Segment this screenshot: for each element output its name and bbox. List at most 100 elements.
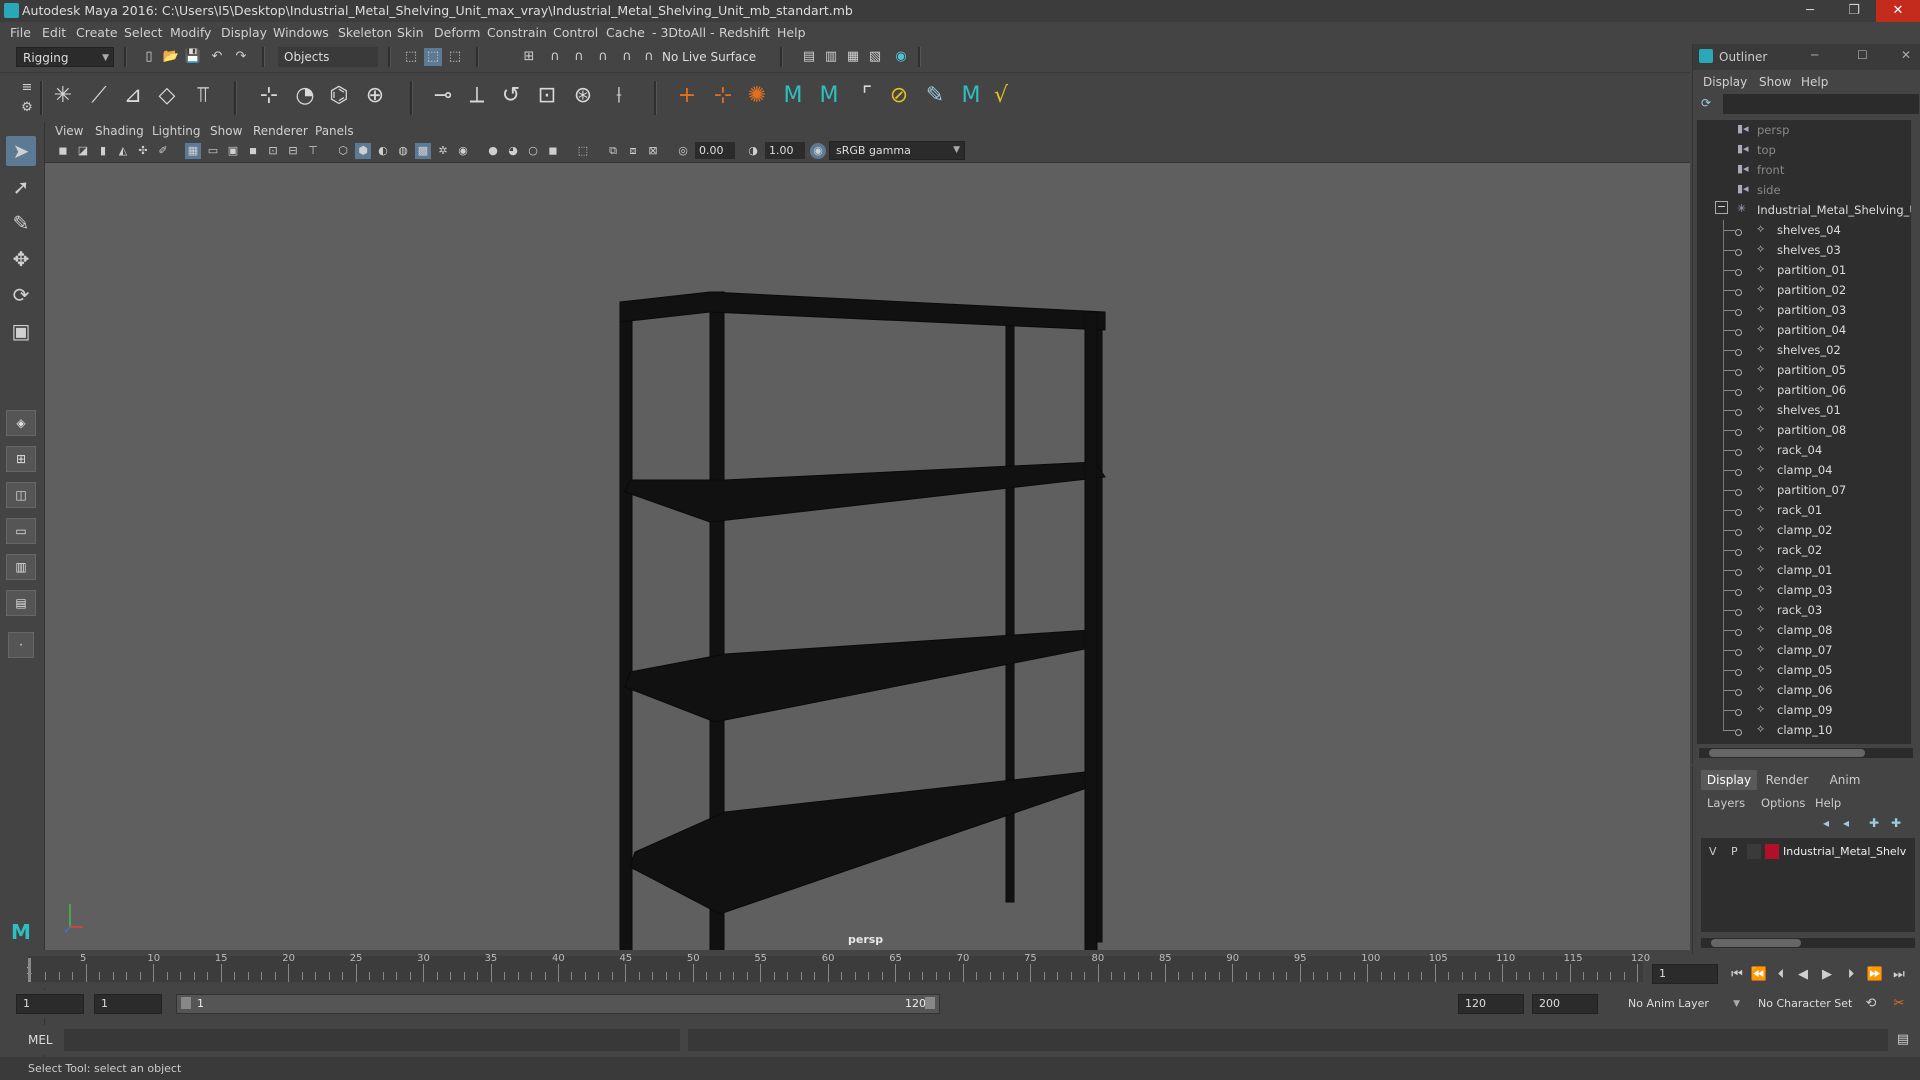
- snap-surface-icon[interactable]: ∩: [618, 48, 636, 66]
- help-menu[interactable]: Help: [1815, 796, 1841, 810]
- lights-icon[interactable]: ✲: [435, 143, 451, 159]
- maya-m2-icon[interactable]: M: [814, 81, 844, 111]
- orient-joint-icon[interactable]: ⫪: [188, 81, 218, 111]
- outliner-mesh-item[interactable]: ⟡ partition_08: [1697, 420, 1911, 440]
- scrollbar-thumb[interactable]: [1711, 939, 1801, 947]
- gamma-icon[interactable]: ◑: [745, 143, 761, 159]
- resolution-gate-icon[interactable]: ▣: [225, 143, 241, 159]
- outliner-camera-item[interactable]: ▮◂ side: [1697, 180, 1911, 200]
- outliner-camera-item[interactable]: ▮◂ persp: [1697, 120, 1911, 140]
- vp-menu-lighting[interactable]: Lighting: [152, 124, 201, 138]
- use-default-material-icon[interactable]: ◐: [375, 143, 391, 159]
- shelving-model[interactable]: [45, 162, 1690, 950]
- current-frame-field[interactable]: 1: [1652, 964, 1718, 984]
- outliner-mesh-item[interactable]: ⟡ rack_03: [1697, 600, 1911, 620]
- expand-dot-icon[interactable]: [1735, 409, 1742, 416]
- menu-deform[interactable]: Deform: [434, 25, 480, 40]
- check-icon[interactable]: √: [986, 81, 1016, 111]
- scrollbar-thumb[interactable]: [1709, 749, 1865, 757]
- paint-weights-icon[interactable]: ◔: [290, 81, 320, 111]
- selection-mode-dropdown[interactable]: Objects: [278, 47, 378, 67]
- aim-constraint-icon[interactable]: ⊛: [568, 81, 598, 111]
- orient-constraint-icon[interactable]: ↺: [496, 81, 526, 111]
- select-hierarchy-icon[interactable]: ⬚: [402, 48, 420, 66]
- outliner-mesh-item[interactable]: ⟡ clamp_10: [1697, 720, 1911, 740]
- scale-constraint-icon[interactable]: ⊡: [532, 81, 562, 111]
- expand-dot-icon[interactable]: [1735, 589, 1742, 596]
- outliner-root-item[interactable]: −✳ Industrial_Metal_Shelving_Uni: [1697, 200, 1911, 220]
- time-slider-track[interactable]: [28, 956, 1643, 982]
- safe-title-icon[interactable]: ⊤: [305, 143, 321, 159]
- anti-aliasing-icon[interactable]: ○: [525, 143, 541, 159]
- outliner-mesh-item[interactable]: ⟡ partition_03: [1697, 300, 1911, 320]
- outliner-mesh-item[interactable]: ⟡ clamp_08: [1697, 620, 1911, 640]
- select-tool-icon[interactable]: ➤: [6, 136, 36, 166]
- open-scene-icon[interactable]: 📂: [162, 48, 180, 66]
- wireframe-icon[interactable]: ⬡: [335, 143, 351, 159]
- snap-view-icon[interactable]: ∩: [594, 48, 612, 66]
- outliner-mesh-item[interactable]: ⟡ shelves_03: [1697, 240, 1911, 260]
- ik-handle-icon[interactable]: ⟋: [84, 81, 114, 111]
- grid-toggle-icon[interactable]: ▦: [185, 143, 201, 159]
- outliner-mesh-item[interactable]: ⟡ shelves_02: [1697, 340, 1911, 360]
- persp-outliner-layout-icon[interactable]: ▭: [6, 518, 36, 544]
- minimize-button[interactable]: ─: [1788, 0, 1832, 22]
- hypershade-icon[interactable]: ◉: [892, 48, 910, 66]
- live-surface-field[interactable]: No Live Surface: [656, 47, 758, 67]
- point-constraint-icon[interactable]: ⟂: [462, 81, 492, 111]
- collapse-icon[interactable]: −: [1715, 201, 1728, 214]
- outliner-camera-item[interactable]: ▮◂ front: [1697, 160, 1911, 180]
- two-view-layout-icon[interactable]: ◫: [6, 482, 36, 508]
- motion-blur-icon[interactable]: ◕: [505, 143, 521, 159]
- render-view-icon[interactable]: ▤: [800, 48, 818, 66]
- cluster-icon[interactable]: ⊕: [360, 81, 390, 111]
- outliner-mesh-item[interactable]: ⟡ partition_05: [1697, 360, 1911, 380]
- vp-menu-show[interactable]: Show: [210, 124, 242, 138]
- outliner-menu-show[interactable]: Show: [1759, 75, 1791, 89]
- range-start-handle[interactable]: [181, 997, 191, 1009]
- close-button[interactable]: ✕: [1876, 0, 1920, 22]
- gamma-field[interactable]: 1.00: [765, 142, 805, 159]
- outliner-camera-item[interactable]: ▮◂ top: [1697, 140, 1911, 160]
- expand-dot-icon[interactable]: [1735, 389, 1742, 396]
- menu-constrain[interactable]: Constrain: [487, 25, 547, 40]
- menu-help[interactable]: Help: [777, 25, 806, 40]
- menu-file[interactable]: File: [10, 25, 31, 40]
- layer-type-toggle[interactable]: [1747, 844, 1761, 859]
- new-scene-icon[interactable]: ▯: [140, 48, 158, 66]
- color-management-icon[interactable]: ◉: [810, 143, 826, 159]
- command-input[interactable]: [64, 1029, 680, 1051]
- textured-icon[interactable]: ▩: [415, 143, 431, 159]
- time-slider[interactable]: 1 5 10 15 20 25 30 35 40 45 50 55 60 65 70 75 80 85 90 95 1…: [0, 950, 1905, 988]
- hair-icon[interactable]: ✺: [742, 81, 772, 111]
- maximize-button[interactable]: ❐: [1832, 0, 1876, 22]
- isolate-select-icon[interactable]: ⬚: [575, 143, 591, 159]
- playback-start-field[interactable]: 1: [94, 994, 162, 1014]
- tab-display[interactable]: Display: [1701, 770, 1757, 790]
- film-gate-icon[interactable]: ▭: [205, 143, 221, 159]
- grease-pencil-icon[interactable]: ✐: [155, 143, 171, 159]
- play-backward-icon[interactable]: ◀: [1794, 966, 1812, 984]
- options-menu[interactable]: Options: [1761, 796, 1805, 810]
- move-layer-up-icon[interactable]: ◂: [1823, 816, 1829, 830]
- parent-constraint-icon[interactable]: ⊸: [428, 81, 458, 111]
- paint-select-tool-icon[interactable]: ✎: [6, 208, 36, 238]
- outliner-mesh-item[interactable]: ⟡ clamp_07: [1697, 640, 1911, 660]
- render-frame-icon[interactable]: ▥: [822, 48, 840, 66]
- more-layouts-icon[interactable]: ·: [8, 632, 34, 658]
- undo-icon[interactable]: ↶: [208, 48, 226, 66]
- depth-of-field-icon[interactable]: ◼: [545, 143, 561, 159]
- safe-action-icon[interactable]: ⊟: [285, 143, 301, 159]
- outliner-close-icon[interactable]: ✕: [1901, 48, 1911, 62]
- outliner-mesh-item[interactable]: ⟡ partition_07: [1697, 480, 1911, 500]
- filter-icon[interactable]: ⟳: [1701, 96, 1711, 110]
- outliner-mesh-item[interactable]: ⟡ rack_04: [1697, 440, 1911, 460]
- expand-dot-icon[interactable]: [1735, 729, 1742, 736]
- snap-grid-icon[interactable]: ⊞: [520, 48, 538, 66]
- lattice-icon[interactable]: ⌬: [324, 81, 354, 111]
- tab-anim[interactable]: Anim: [1817, 770, 1873, 790]
- bind-skin-icon[interactable]: ⊹: [254, 81, 284, 111]
- menu-display[interactable]: Display: [221, 25, 267, 40]
- outliner-mesh-item[interactable]: ⟡ rack_01: [1697, 500, 1911, 520]
- outliner-mesh-item[interactable]: ⟡ clamp_02: [1697, 520, 1911, 540]
